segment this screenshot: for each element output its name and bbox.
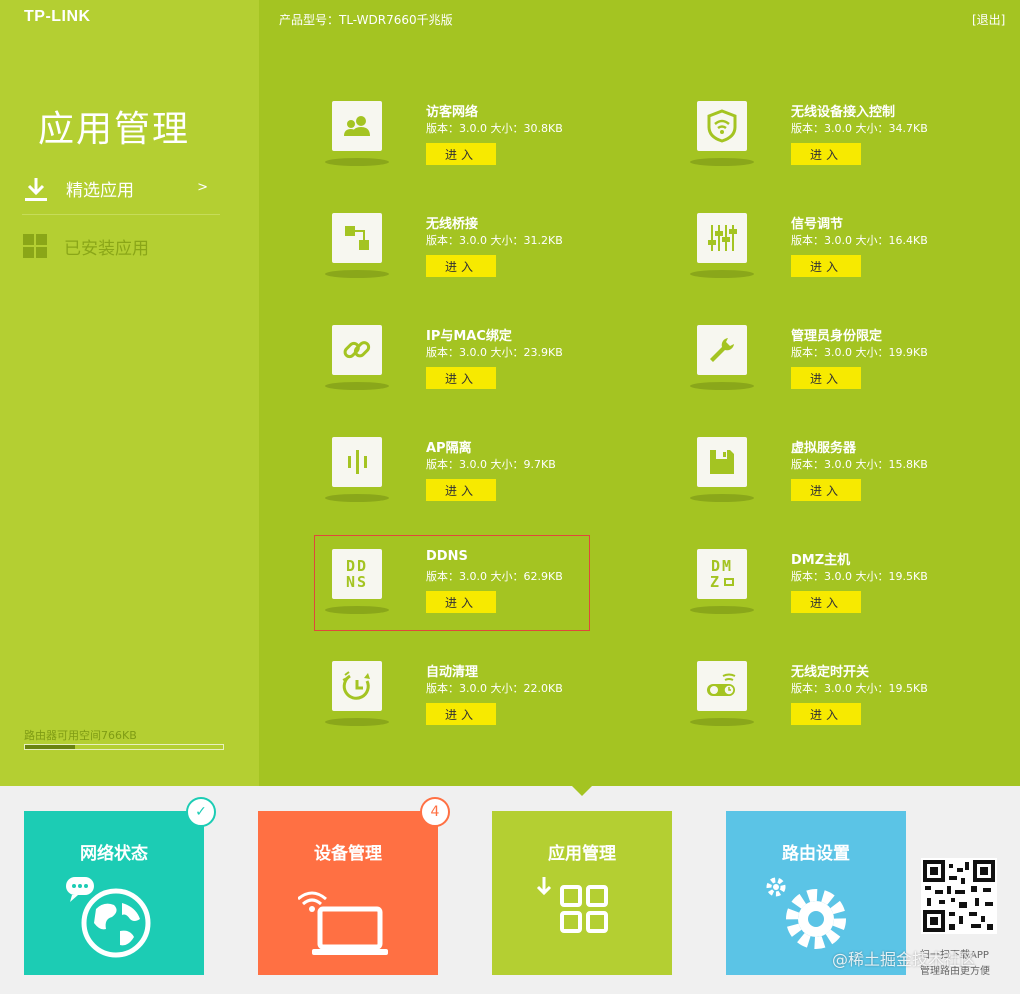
tile-device-management[interactable]: 设备管理 4 xyxy=(258,797,450,975)
app-card-wireless-access-control: 无线设备接入控制 版本：3.0.0 大小：34.7KB 进入 xyxy=(690,101,997,201)
app-meta: 版本：3.0.0 大小：15.8KB xyxy=(791,458,928,471)
enter-button[interactable]: 进入 xyxy=(426,479,496,501)
app-meta: 版本：3.0.0 大小：23.9KB xyxy=(426,346,563,359)
dmz-icon-text: Z xyxy=(709,573,722,591)
enter-button[interactable]: 进入 xyxy=(426,367,496,389)
grid-icon xyxy=(23,234,47,258)
app-card-signal-tuning: 信号调节 版本：3.0.0 大小：16.4KB 进入 xyxy=(690,213,997,313)
watermark: @稀土掘金技术社区 xyxy=(832,950,977,969)
enter-button[interactable]: 进入 xyxy=(791,479,861,501)
clock-refresh-icon xyxy=(332,661,382,711)
app-meta: 版本：3.0.0 大小：30.8KB xyxy=(426,122,563,135)
free-space-label: 路由器可用空间766KB xyxy=(24,729,137,742)
app-name: 虚拟服务器 xyxy=(791,441,857,456)
app-meta: 版本：3.0.0 大小：31.2KB xyxy=(426,234,563,247)
sidebar: TP-LINK 应用管理 精选应用 > 已安装应用 路由器可用空间766KB xyxy=(0,0,259,786)
app-meta: 版本：3.0.0 大小：9.7KB xyxy=(426,458,556,471)
app-card-wireless-bridge: 无线桥接 版本：3.0.0 大小：31.2KB 进入 xyxy=(325,213,632,313)
sidebar-item-label: 已安装应用 xyxy=(64,238,149,259)
sidebar-item-featured-apps[interactable]: 精选应用 > xyxy=(22,163,220,215)
tp-link-logo: TP-LINK xyxy=(24,8,91,25)
bridge-icon xyxy=(332,213,382,263)
free-space-bar-fill xyxy=(25,745,75,749)
shield-wifi-icon xyxy=(697,101,747,151)
enter-button[interactable]: 进入 xyxy=(426,255,496,277)
app-card-ap-isolation: AP隔离 版本：3.0.0 大小：9.7KB 进入 xyxy=(325,437,632,537)
active-tab-pointer xyxy=(572,786,592,796)
app-card-ip-mac-binding: IP与MAC绑定 版本：3.0.0 大小：23.9KB 进入 xyxy=(325,325,632,425)
app-name: 自动清理 xyxy=(426,665,479,680)
enter-button[interactable]: 进入 xyxy=(426,143,496,165)
app-name: 访客网络 xyxy=(426,105,479,120)
tile-label: 路由设置 xyxy=(782,844,850,864)
tile-label: 网络状态 xyxy=(80,844,148,864)
dmz-icon-text: DM xyxy=(710,557,734,575)
enter-button[interactable]: 进入 xyxy=(791,255,861,277)
app-meta: 版本：3.0.0 大小：34.7KB xyxy=(791,122,928,135)
app-meta: 版本：3.0.0 大小：19.5KB xyxy=(791,682,928,695)
enter-button[interactable]: 进入 xyxy=(791,703,861,725)
free-space-bar xyxy=(24,744,224,750)
app-name: AP隔离 xyxy=(426,441,472,456)
sidebar-item-installed-apps[interactable]: 已安装应用 xyxy=(22,220,220,272)
app-meta: 版本：3.0.0 大小：19.9KB xyxy=(791,346,928,359)
dmz-icon-text: Z xyxy=(709,573,735,591)
app-name: 信号调节 xyxy=(791,217,844,232)
app-name: 无线定时开关 xyxy=(791,665,870,680)
app-name: 无线桥接 xyxy=(426,217,479,232)
app-name: 无线设备接入控制 xyxy=(791,105,896,120)
enter-button[interactable]: 进入 xyxy=(791,591,861,613)
app-card-auto-cleanup: 自动清理 版本：3.0.0 大小：22.0KB 进入 xyxy=(325,661,632,761)
tile-app-management[interactable]: 应用管理 xyxy=(492,811,672,975)
floppy-disk-icon xyxy=(697,437,747,487)
product-model: 产品型号：TL-WDR7660千兆版 xyxy=(279,13,453,27)
enter-button[interactable]: 进入 xyxy=(791,143,861,165)
wrench-icon xyxy=(697,325,747,375)
device-count-badge: 4 xyxy=(420,797,450,827)
laptop-wifi-icon xyxy=(298,891,388,955)
chevron-right-icon: > xyxy=(197,180,208,195)
monitor-glyph xyxy=(724,578,735,586)
app-meta: 版本：3.0.0 大小：22.0KB xyxy=(426,682,563,695)
ap-isolation-icon xyxy=(332,437,382,487)
apps-grid-icon xyxy=(536,877,608,933)
download-icon xyxy=(25,177,47,201)
app-card-dmz-host: DM Z DMZ主机 版本：3.0.0 大小：19.5KB 进入 xyxy=(690,549,997,649)
app-card-wireless-timer: 无线定时开关 版本：3.0.0 大小：19.5KB 进入 xyxy=(690,661,997,761)
tile-label: 设备管理 xyxy=(314,844,382,864)
qr-code xyxy=(921,858,997,934)
link-icon xyxy=(332,325,382,375)
app-name: DMZ主机 xyxy=(791,553,851,568)
app-name: 管理员身份限定 xyxy=(791,329,883,344)
guest-users-icon xyxy=(332,101,382,151)
dmz-icon: DM Z xyxy=(697,549,747,599)
tile-network-status[interactable]: 网络状态 ✓ xyxy=(24,797,216,975)
sidebar-item-label: 精选应用 xyxy=(66,181,134,201)
app-meta: 版本：3.0.0 大小：19.5KB xyxy=(791,570,928,583)
app-card-guest-network: 访客网络 版本：3.0.0 大小：30.8KB 进入 xyxy=(325,101,632,201)
app-meta: 版本：3.0.0 大小：16.4KB xyxy=(791,234,928,247)
check-icon: ✓ xyxy=(186,797,216,827)
tile-label: 应用管理 xyxy=(548,844,616,864)
page-title: 应用管理 xyxy=(38,109,191,150)
timer-toggle-icon xyxy=(697,661,747,711)
enter-button[interactable]: 进入 xyxy=(791,367,861,389)
ddns-highlight-box xyxy=(314,535,590,631)
app-card-virtual-server: 虚拟服务器 版本：3.0.0 大小：15.8KB 进入 xyxy=(690,437,997,537)
check-badge-text: ✓ xyxy=(195,804,207,820)
app-name: IP与MAC绑定 xyxy=(426,329,512,344)
globe-icon xyxy=(66,877,151,958)
enter-button[interactable]: 进入 xyxy=(426,703,496,725)
equalizer-icon xyxy=(697,213,747,263)
logout-link[interactable]: [退出] xyxy=(972,11,1005,28)
main-panel: TP-LINK 应用管理 精选应用 > 已安装应用 路由器可用空间766KB 产… xyxy=(0,0,1020,786)
app-card-admin-restriction: 管理员身份限定 版本：3.0.0 大小：19.9KB 进入 xyxy=(690,325,997,425)
